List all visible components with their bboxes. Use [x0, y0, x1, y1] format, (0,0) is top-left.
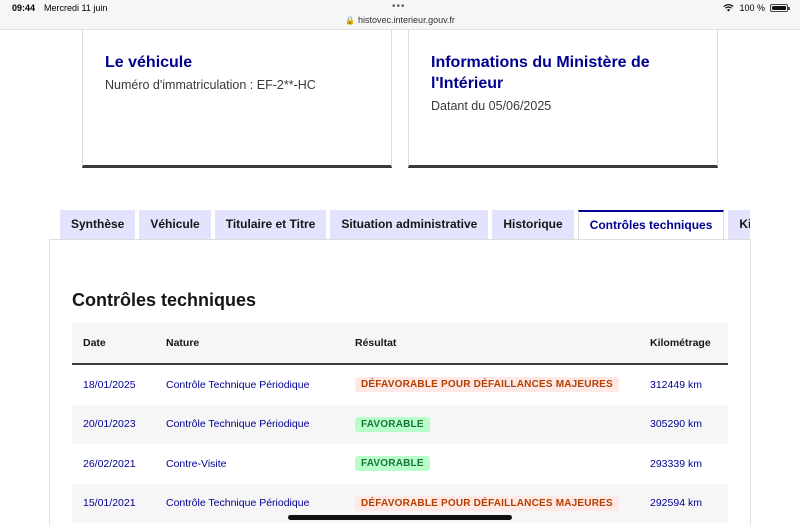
vehicle-card: Le véhicule Numéro d'immatriculation : E… [82, 30, 392, 168]
cell-nature: Contrôle Technique Périodique [166, 418, 310, 431]
header-date: Date [83, 337, 106, 349]
tab-list: Synthèse Véhicule Titulaire et Titre Situat… [60, 210, 750, 240]
battery-percent: 100 % [739, 3, 765, 13]
registration-number: Numéro d'immatriculation : EF-2**-HC [105, 78, 316, 92]
status-indicators: 100 % [723, 3, 790, 13]
cell-result: DÉFAVORABLE POUR DÉFAILLANCES MAJEURES [355, 377, 650, 393]
cell-result: FAVORABLE [355, 416, 650, 432]
cell-date: 18/01/2025 [83, 378, 136, 391]
cell-result: DÉFAVORABLE POUR DÉFAILLANCES MAJEURES [355, 495, 650, 511]
battery-icon [770, 4, 790, 12]
vehicle-card-title: Le véhicule [105, 54, 193, 71]
status-time: 09:44 [12, 3, 36, 13]
tab-kilometrage[interactable]: Kilo [728, 210, 750, 240]
ministry-card-title: Informations du Ministère de l'Intérieur [431, 54, 650, 92]
address-url: histovec.interieur.gouv.fr [358, 15, 455, 25]
section-title: Contrôles techniques [72, 290, 257, 310]
tab-controles-techniques[interactable]: Contrôles techniques [577, 210, 725, 240]
status-badge: FAVORABLE [355, 456, 430, 472]
home-indicator[interactable] [288, 515, 512, 520]
address-bar[interactable]: 🔒 histovec.interieur.gouv.fr [0, 15, 800, 25]
tab-titulaire[interactable]: Titulaire et Titre [214, 210, 327, 240]
cell-mileage: 305290 km [650, 418, 702, 431]
cell-mileage: 293339 km [650, 457, 702, 470]
header-result: Résultat [355, 337, 397, 349]
cell-date: 20/01/2023 [83, 418, 136, 431]
status-date: Mercredi 11 juin [44, 3, 108, 13]
technical-inspections-table: Date Nature Résultat Kilométrage 18/01/2… [72, 323, 728, 523]
cell-date: 26/02/2021 [83, 457, 136, 470]
table-row: 18/01/2025 Contrôle Technique Périodique… [72, 365, 728, 405]
cell-date: 15/01/2021 [83, 497, 136, 510]
cell-result: FAVORABLE [355, 456, 650, 472]
header-nature: Nature [166, 337, 200, 349]
multitasking-dots-icon[interactable]: ••• [392, 1, 406, 12]
table-row: 20/01/2023 Contrôle Technique Périodique… [72, 404, 728, 444]
ministry-card: Informations du Ministère de l'Intérieur… [408, 30, 718, 168]
status-badge: FAVORABLE [355, 416, 430, 432]
table-row: 26/02/2021 Contre-Visite FAVORABLE 29333… [72, 444, 728, 484]
tab-synthese[interactable]: Synthèse [60, 210, 136, 240]
header-mileage: Kilométrage [650, 337, 711, 349]
cell-mileage: 292594 km [650, 497, 702, 510]
status-badge: DÉFAVORABLE POUR DÉFAILLANCES MAJEURES [355, 377, 619, 393]
data-date: Datant du 05/06/2025 [431, 99, 552, 113]
status-badge: DÉFAVORABLE POUR DÉFAILLANCES MAJEURES [355, 495, 619, 511]
cell-nature: Contrôle Technique Périodique [166, 378, 310, 391]
cell-nature: Contre-Visite [166, 457, 227, 470]
tab-historique[interactable]: Historique [492, 210, 574, 240]
tab-vehicule[interactable]: Véhicule [139, 210, 211, 240]
lock-icon: 🔒 [345, 16, 356, 25]
wifi-icon [723, 4, 734, 12]
status-bar: 09:44 Mercredi 11 juin ••• 🔒 histovec.int… [0, 0, 800, 30]
cell-nature: Contrôle Technique Périodique [166, 497, 310, 510]
tab-situation-administrative[interactable]: Situation administrative [330, 210, 489, 240]
cell-mileage: 312449 km [650, 378, 702, 391]
table-header: Date Nature Résultat Kilométrage [72, 323, 728, 365]
